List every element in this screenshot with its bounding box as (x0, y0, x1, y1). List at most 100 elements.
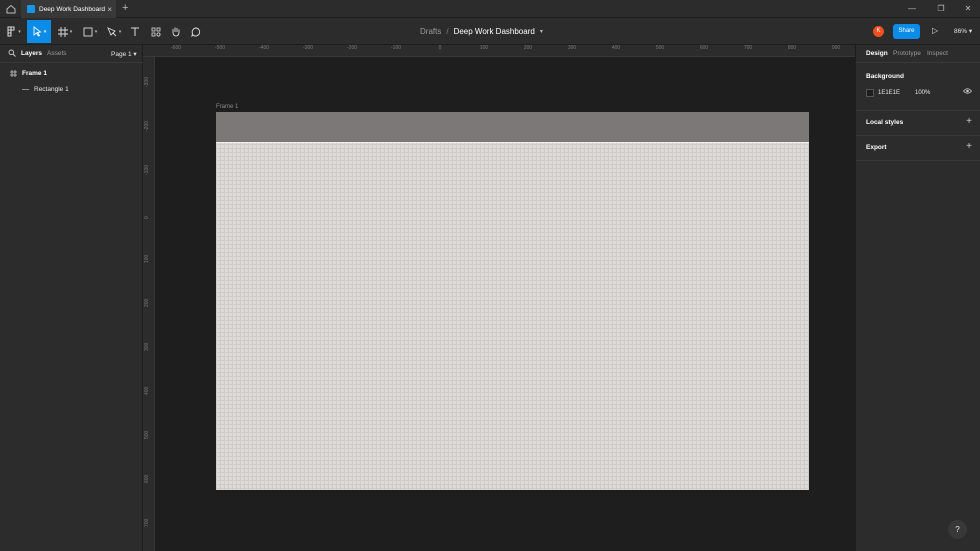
horizontal-ruler: -600 -500 -400 -300 -200 -100 0 100 200 300 400 500… (143, 45, 855, 57)
ruler-tick-label: 700 (144, 518, 150, 527)
layer-item-frame[interactable]: Frame 1 (0, 65, 143, 81)
hand-tool-icon (172, 27, 180, 37)
zoom-dropdown[interactable]: 86% ▾ (954, 27, 972, 35)
search-icon[interactable] (8, 49, 16, 59)
ruler-tick-label: 200 (144, 298, 150, 307)
frame-icon (10, 69, 17, 77)
move-tool-button[interactable]: ▾ (27, 20, 51, 43)
ruler-tick-label: 600 (144, 474, 150, 483)
tab-assets[interactable]: Assets (47, 50, 67, 57)
file-name[interactable]: Deep Work Dashboard (454, 27, 535, 36)
close-icon[interactable]: ✕ (961, 2, 975, 16)
home-icon[interactable] (5, 3, 17, 15)
hand-tool-button[interactable] (169, 20, 183, 43)
maximize-icon[interactable]: ❐ (934, 2, 948, 16)
tab-layers[interactable]: Layers (21, 50, 42, 57)
frame-tool-icon (57, 26, 68, 37)
zoom-value: 86% (954, 28, 968, 35)
ruler-tick-label: -400 (258, 45, 270, 51)
ruler-tick-label: -300 (302, 45, 314, 51)
ruler-tick-label: 300 (567, 45, 577, 51)
present-icon[interactable]: ▷ (932, 26, 938, 35)
breadcrumb-drafts[interactable]: Drafts (420, 27, 441, 36)
ruler-tick-label: 600 (699, 45, 709, 51)
comment-icon (191, 27, 201, 37)
ruler-tick-label: -500 (214, 45, 226, 51)
pen-tool-icon (106, 26, 117, 36)
comment-button[interactable] (189, 20, 203, 43)
ruler-tick-label: 400 (611, 45, 621, 51)
export-section: Export + (856, 136, 980, 161)
properties-panel: Design Prototype Inspect Background 1E1E… (855, 45, 980, 551)
right-panel-tabs: Design Prototype Inspect (856, 45, 980, 63)
text-tool-icon (131, 27, 139, 36)
ruler-tick-label: 500 (655, 45, 665, 51)
ruler-tick-label: -100 (144, 164, 150, 175)
ruler-tick-label: 500 (144, 430, 150, 439)
export-title: Export (866, 144, 887, 151)
eye-icon[interactable] (962, 87, 973, 97)
ruler-tick-label: -100 (390, 45, 402, 51)
layers-panel: Layers Assets Page 1 ▾ Frame 1 Rectangle… (0, 45, 143, 551)
chevron-down-icon[interactable]: ▾ (540, 28, 543, 35)
ruler-tick-label: -200 (144, 120, 150, 131)
vertical-ruler: -300 -200 -100 0 100 200 300 400 500 600 700 (143, 57, 155, 551)
ruler-tick-label: 400 (144, 386, 150, 395)
resources-icon (151, 27, 161, 37)
layer-label: Frame 1 (22, 69, 47, 77)
tab-prototype[interactable]: Prototype (893, 50, 921, 57)
ruler-tick-label: 0 (144, 216, 150, 219)
ruler-tick-label: 700 (743, 45, 753, 51)
background-swatch[interactable] (866, 89, 874, 97)
tab-design[interactable]: Design (866, 50, 888, 57)
frame-tool-button[interactable]: ▾ (56, 20, 74, 43)
local-styles-title: Local styles (866, 119, 904, 126)
ruler-tick-label: 0 (438, 45, 442, 51)
background-hex-input[interactable]: 1E1E1E (878, 90, 900, 96)
rectangle-icon (22, 88, 29, 90)
layer-label: Rectangle 1 (34, 85, 69, 93)
frame[interactable] (216, 112, 809, 490)
local-styles-section: Local styles + (856, 111, 980, 136)
canvas[interactable]: Frame 1 (155, 57, 855, 551)
ruler-tick-label: -300 (144, 76, 150, 87)
main-menu-button[interactable]: ▾ (4, 20, 24, 43)
page-selector[interactable]: Page 1 ▾ (111, 50, 137, 58)
move-tool-icon (33, 26, 42, 37)
text-tool-button[interactable] (128, 20, 142, 43)
new-tab-button[interactable]: + (122, 2, 128, 14)
background-section: Background 1E1E1E 100% (856, 63, 980, 111)
resources-button[interactable] (149, 20, 163, 43)
left-panel-tabs: Layers Assets Page 1 ▾ (0, 45, 143, 63)
shape-tool-button[interactable]: ▾ (81, 20, 99, 43)
layer-item-rectangle[interactable]: Rectangle 1 (0, 81, 143, 97)
main-menu-icon (7, 26, 15, 37)
share-button[interactable]: Share (893, 24, 920, 39)
rectangle-header[interactable] (216, 112, 809, 143)
title-bar: Deep Work Dashboard × + — ❐ ✕ (0, 0, 980, 18)
pen-tool-button[interactable]: ▾ (105, 20, 123, 43)
add-export-icon[interactable]: + (966, 141, 972, 152)
avatar[interactable]: K (873, 26, 884, 37)
file-favicon (27, 5, 35, 13)
background-opacity-input[interactable]: 100% (915, 90, 930, 96)
tab-close-icon[interactable]: × (107, 5, 112, 14)
shape-tool-icon (83, 27, 93, 36)
background-title: Background (866, 73, 904, 80)
breadcrumb: Drafts / Deep Work Dashboard ▾ (420, 18, 543, 45)
ruler-tick-label: 200 (523, 45, 533, 51)
file-tab-label: Deep Work Dashboard (39, 5, 105, 13)
ruler-tick-label: 900 (831, 45, 841, 51)
add-local-style-icon[interactable]: + (966, 116, 972, 127)
page-name: Page 1 (111, 51, 132, 58)
toolbar: ▾ ▾ ▾ ▾ ▾ Drafts / Deep Work Dashboard ▾… (0, 18, 980, 45)
help-button[interactable]: ? (948, 520, 967, 539)
tab-inspect[interactable]: Inspect (927, 50, 948, 57)
file-tab[interactable]: Deep Work Dashboard × (21, 0, 116, 18)
ruler-tick-label: 100 (479, 45, 489, 51)
frame-label[interactable]: Frame 1 (216, 104, 238, 110)
ruler-tick-label: 300 (144, 342, 150, 351)
minimize-icon[interactable]: — (905, 2, 919, 16)
ruler-tick-label: 800 (787, 45, 797, 51)
breadcrumb-separator: / (446, 27, 449, 36)
